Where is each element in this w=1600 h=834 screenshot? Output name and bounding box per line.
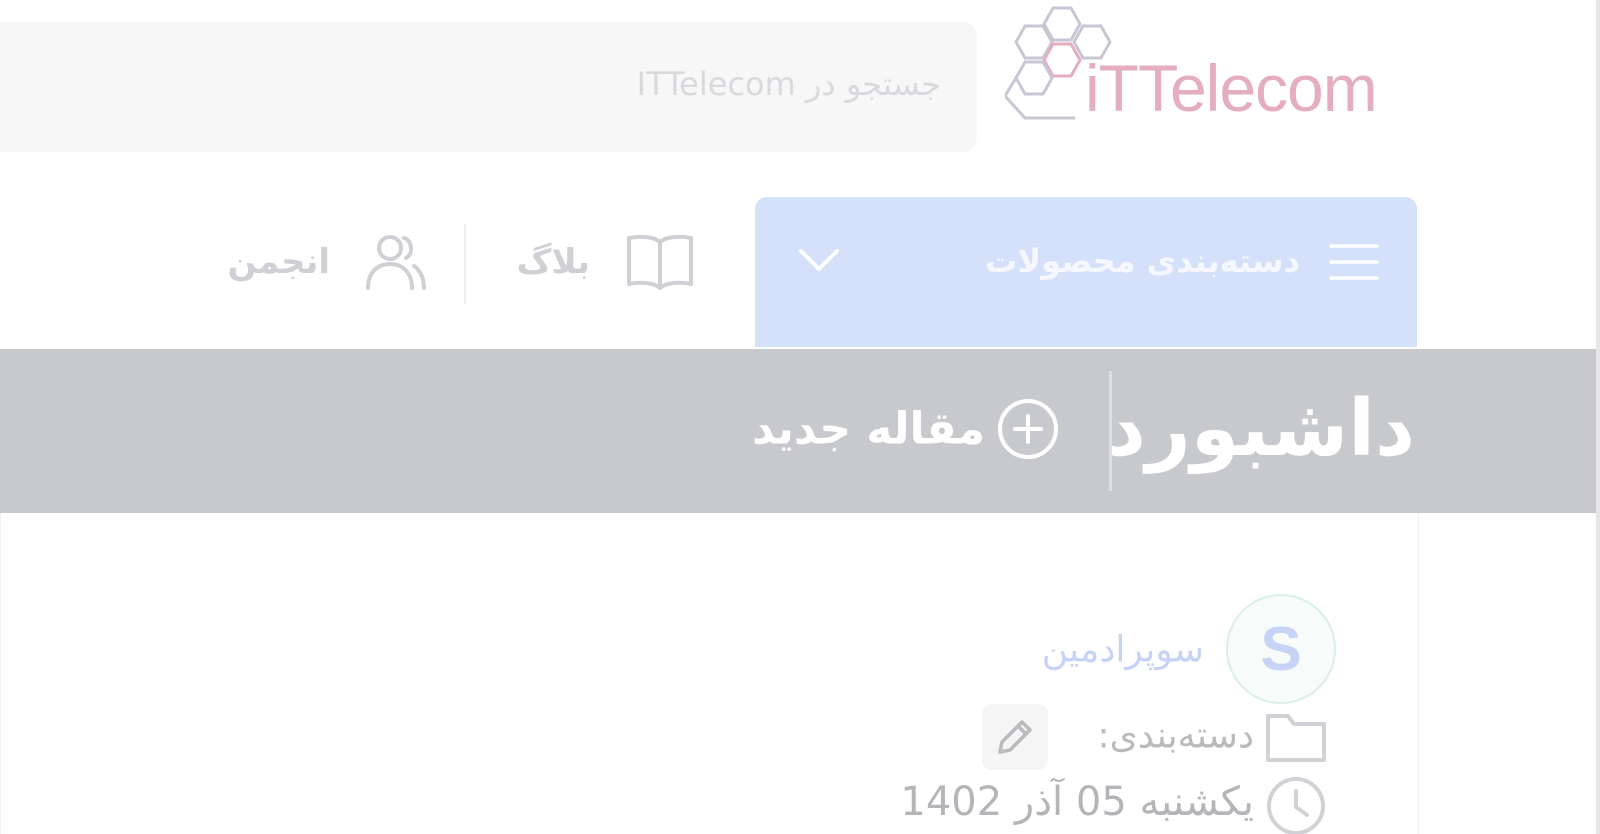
- author-name-link[interactable]: سوپرادمین: [1042, 630, 1204, 671]
- nav-blog-link[interactable]: بلاگ: [515, 232, 695, 302]
- avatar[interactable]: S: [1226, 594, 1336, 704]
- chevron-down-icon[interactable]: [797, 245, 841, 275]
- post-date: یکشنبه 05 آذر 1402: [900, 779, 1254, 825]
- pencil-icon: [998, 720, 1032, 754]
- nav-forum-link[interactable]: انجمن: [210, 232, 430, 302]
- nav-divider: [464, 224, 466, 304]
- dashboard-header: داشبورد مقاله جدید: [0, 349, 1600, 513]
- product-categories-label: دسته‌بندی محصولات: [985, 242, 1300, 280]
- book-icon: [627, 234, 693, 290]
- nav-blog-label: بلاگ: [516, 242, 590, 282]
- plus-circle-icon: [998, 399, 1058, 459]
- search-input[interactable]: جستجو در ITTelecom: [0, 22, 977, 152]
- edit-category-button[interactable]: [982, 704, 1048, 770]
- page-title: داشبورد: [1105, 384, 1415, 474]
- scrollbar[interactable]: [1596, 0, 1600, 834]
- logo-text: iTTelecom: [1085, 51, 1378, 125]
- users-icon: [366, 235, 426, 290]
- hamburger-menu-icon: [1329, 244, 1379, 280]
- product-categories-button[interactable]: دسته‌بندی محصولات: [755, 197, 1417, 347]
- search-placeholder: جستجو در ITTelecom: [636, 65, 941, 103]
- category-label: دسته‌بندی:: [1097, 715, 1254, 757]
- folder-icon: [1266, 714, 1326, 762]
- dashboard-divider: [1109, 371, 1112, 491]
- clock-icon: [1267, 777, 1325, 834]
- new-article-button[interactable]: مقاله جدید: [735, 389, 1080, 469]
- avatar-initial: S: [1260, 614, 1302, 684]
- page: iTTelecom جستجو در ITTelecom دسته‌بندی م…: [0, 0, 1600, 834]
- new-article-label: مقاله جدید: [751, 403, 985, 455]
- nav-forum-label: انجمن: [227, 242, 330, 282]
